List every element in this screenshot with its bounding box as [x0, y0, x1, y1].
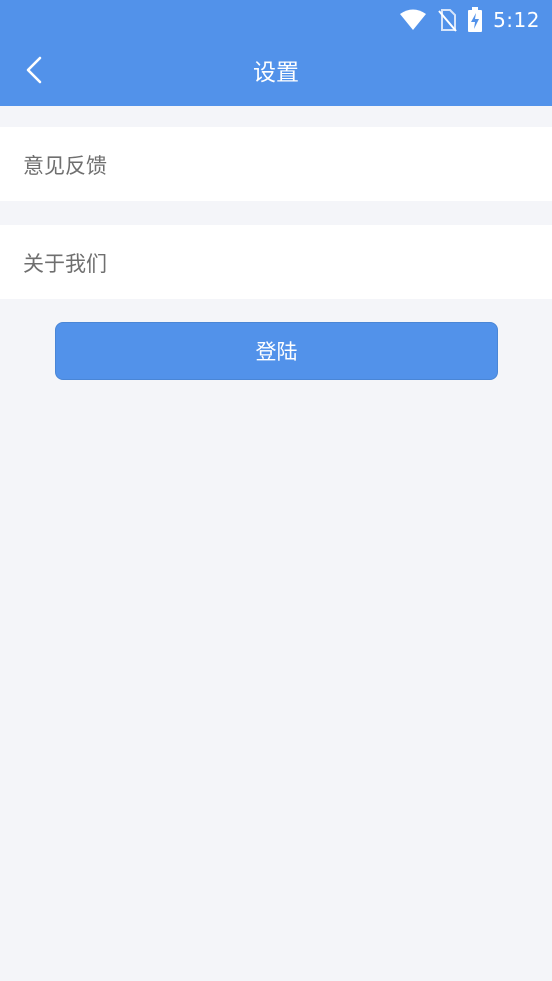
chevron-left-icon: [24, 55, 44, 89]
status-time: 5:12: [493, 8, 540, 32]
no-sim-icon: [437, 8, 457, 32]
back-button[interactable]: [14, 52, 54, 92]
menu-item-feedback[interactable]: 意见反馈: [0, 127, 552, 201]
battery-charging-icon: [467, 7, 483, 33]
status-bar: 5:12: [0, 0, 552, 40]
menu-item-about-us-label: 关于我们: [23, 252, 107, 276]
wifi-icon: [399, 9, 427, 31]
page-title: 设置: [253, 60, 299, 86]
app-bar: 设置: [0, 40, 552, 106]
login-button[interactable]: 登陆: [55, 322, 498, 380]
settings-screen: 5:12 设置 意见反馈 关于我们 登陆: [0, 0, 552, 981]
status-icons: 5:12: [399, 6, 540, 34]
menu-item-feedback-label: 意见反馈: [23, 154, 107, 178]
menu-item-about-us[interactable]: 关于我们: [0, 225, 552, 299]
